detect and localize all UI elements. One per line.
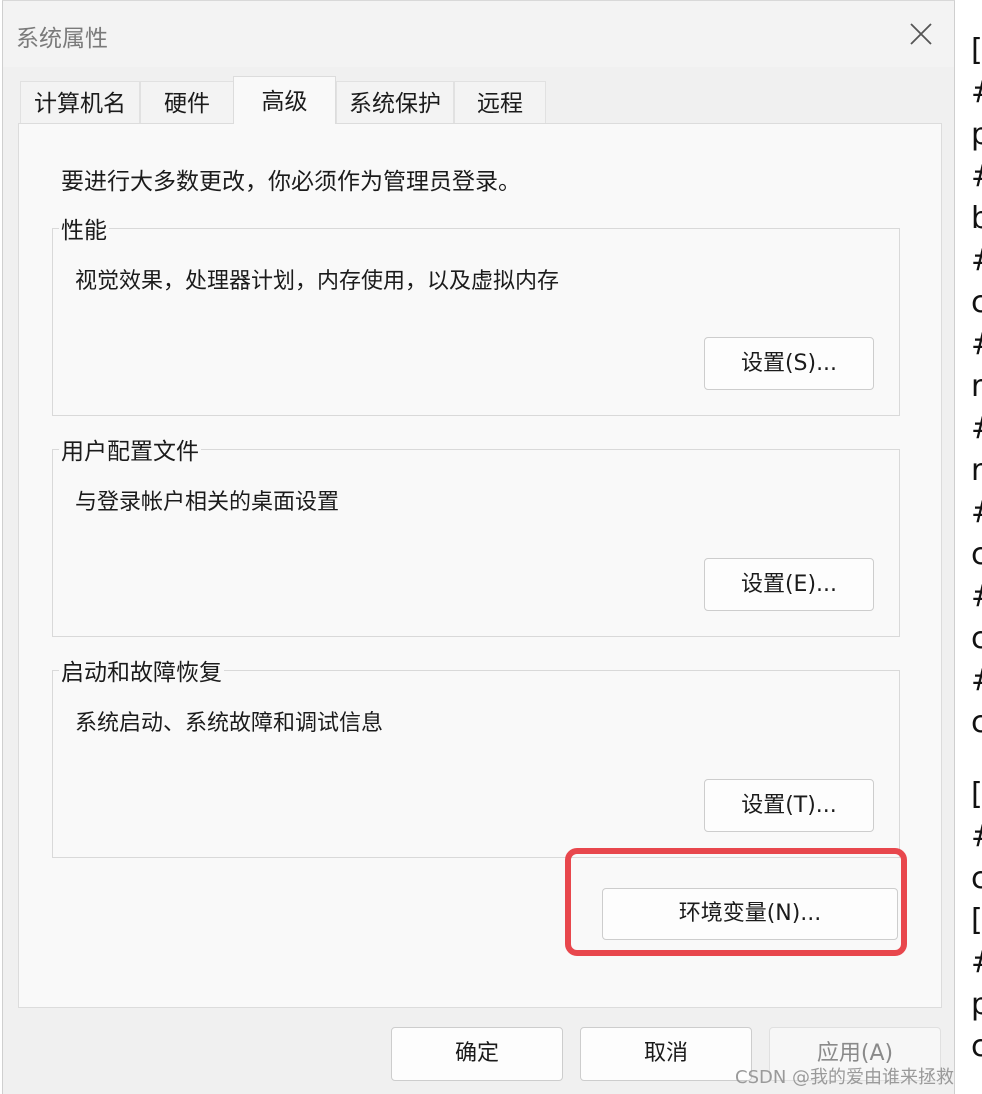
bg-line: [ — [971, 903, 982, 938]
performance-settings-button[interactable]: 设置(S)... — [704, 337, 874, 390]
bg-line: # — [971, 816, 982, 858]
bg-line: c — [971, 1029, 982, 1064]
highlight-box — [565, 848, 907, 956]
cancel-button[interactable]: 取消 — [580, 1027, 752, 1081]
bg-line: [ — [971, 777, 982, 812]
bg-line: r — [971, 453, 982, 488]
tab-hardware[interactable]: 硬件 — [140, 81, 234, 125]
bg-line: # — [971, 324, 982, 366]
performance-title: 性能 — [59, 211, 109, 245]
user-profiles-description: 与登录帐户相关的桌面设置 — [75, 490, 340, 515]
watermark: CSDN @我的爱由谁来拯救 — [735, 1067, 955, 1088]
background-editor-strip: [ # p # b # c # r # r # c # c # c [ # c … — [957, 0, 982, 1094]
tab-remote[interactable]: 远程 — [454, 81, 546, 125]
bg-line: c — [971, 621, 982, 656]
performance-description: 视觉效果，处理器计划，内存使用，以及虚拟内存 — [75, 269, 560, 294]
bg-line: b — [971, 201, 982, 236]
close-button[interactable] — [898, 11, 944, 57]
bg-line: c — [971, 285, 982, 320]
bg-line: # — [971, 660, 982, 702]
user-profiles-title: 用户配置文件 — [59, 432, 201, 466]
bg-line: p — [971, 987, 982, 1022]
bg-line: c — [971, 861, 982, 896]
tab-advanced[interactable]: 高级 — [233, 76, 336, 124]
ok-button[interactable]: 确定 — [391, 1027, 563, 1081]
bg-line: # — [971, 156, 982, 198]
bg-line: # — [971, 408, 982, 450]
user-profiles-group: 用户配置文件 与登录帐户相关的桌面设置 设置(E)... — [52, 432, 900, 637]
bg-line: # — [971, 942, 982, 984]
bg-line: # — [971, 72, 982, 114]
admin-notice: 要进行大多数更改，你必须作为管理员登录。 — [61, 169, 521, 195]
performance-group: 性能 视觉效果，处理器计划，内存使用，以及虚拟内存 设置(S)... — [52, 211, 900, 416]
title-bar[interactable]: 系统属性 — [3, 1, 954, 67]
user-profiles-settings-button[interactable]: 设置(E)... — [704, 558, 874, 611]
bg-line: # — [971, 576, 982, 618]
window-title: 系统属性 — [16, 26, 108, 52]
startup-recovery-group: 启动和故障恢复 系统启动、系统故障和调试信息 设置(T)... — [52, 653, 900, 858]
startup-recovery-title: 启动和故障恢复 — [59, 653, 224, 687]
startup-recovery-description: 系统启动、系统故障和调试信息 — [75, 711, 384, 736]
tab-computer-name[interactable]: 计算机名 — [20, 81, 140, 125]
bg-line: # — [971, 492, 982, 534]
startup-recovery-settings-button[interactable]: 设置(T)... — [704, 779, 874, 832]
close-icon — [910, 23, 932, 45]
tab-system-protection[interactable]: 系统保护 — [336, 81, 454, 125]
bg-line: # — [971, 240, 982, 282]
bg-line: p — [971, 117, 982, 152]
bg-line: r — [971, 369, 982, 404]
bg-line: [ — [971, 33, 982, 68]
bg-line: c — [971, 705, 982, 740]
bg-line: c — [971, 537, 982, 572]
